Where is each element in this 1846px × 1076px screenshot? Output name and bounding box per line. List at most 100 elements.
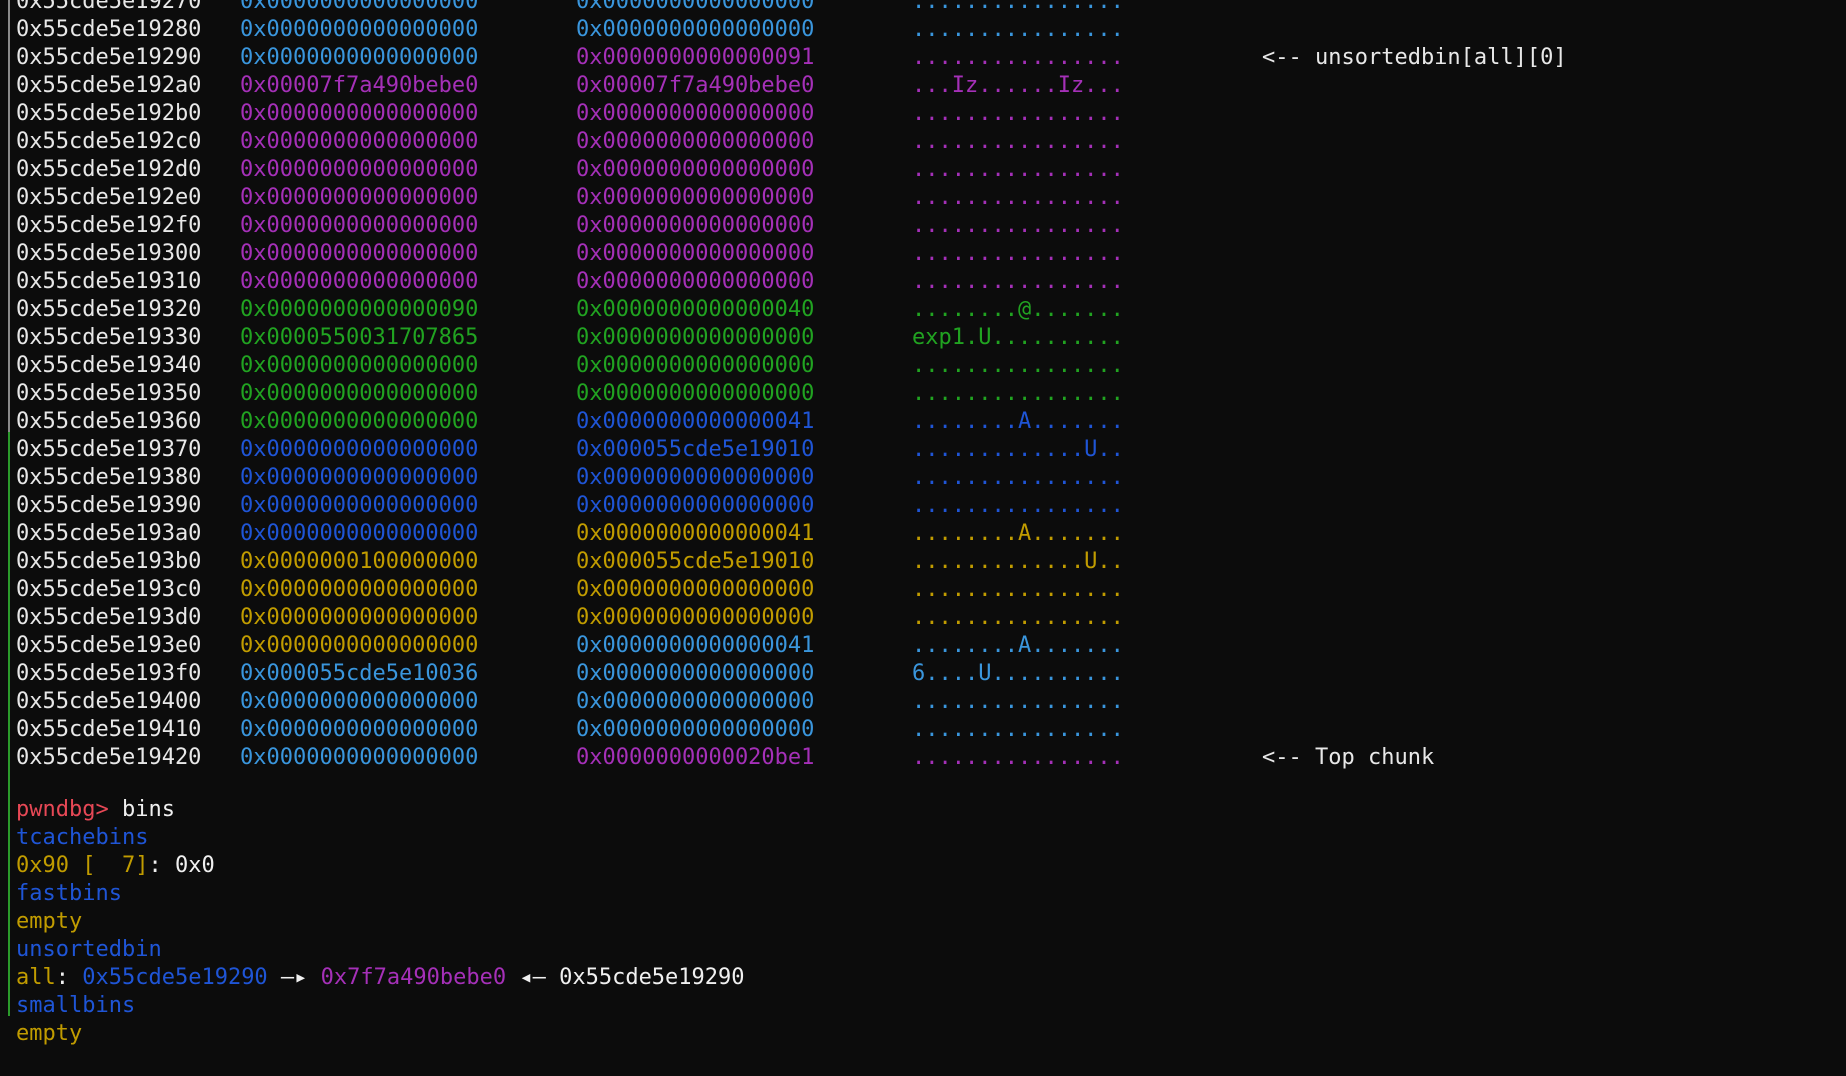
- value-cell-1: 0x0000000000000000: [240, 745, 479, 770]
- annotation: <-- Top chunk: [1262, 745, 1435, 770]
- value-cell-1: 0x00007f7a490bebe0: [240, 73, 479, 98]
- tcachebins-entry: 0x90 [ 7]: 0x0: [0, 824, 215, 878]
- addr-cell: 0x55cde5e192f0: [16, 213, 202, 238]
- ascii-cell: ........A.......: [912, 633, 1124, 658]
- terminal-window[interactable]: 0x55cde5e19270 0x0000000000000000 0x000000…: [0, 0, 1846, 1046]
- ascii-cell: ...Iz......Iz...: [912, 73, 1124, 98]
- addr-cell: 0x55cde5e192a0: [16, 73, 202, 98]
- value-cell-1: 0x0000000000000000: [240, 185, 479, 210]
- value-cell-2: 0x000055cde5e19010: [576, 549, 815, 574]
- value-cell-1: 0x0000000000000000: [240, 129, 479, 154]
- addr-cell: 0x55cde5e19360: [16, 409, 202, 434]
- value-cell-2: 0x0000000000000000: [576, 241, 815, 266]
- ascii-cell: ................: [912, 605, 1124, 630]
- addr-cell: 0x55cde5e193a0: [16, 521, 202, 546]
- tcachebins-header: tcachebins: [0, 796, 148, 850]
- value-cell-1: 0x0000000000000000: [240, 269, 479, 294]
- value-cell-2: 0x0000000000000091: [576, 45, 815, 70]
- value-cell-2: 0x0000000000000000: [576, 269, 815, 294]
- value-cell-2: 0x0000000000000000: [576, 689, 815, 714]
- ascii-cell: ................: [912, 129, 1124, 154]
- unsorted-chunk-addr: 0x55cde5e19290: [82, 965, 268, 990]
- addr-cell: 0x55cde5e19370: [16, 437, 202, 462]
- value-cell-2: 0x0000000000000000: [576, 0, 815, 14]
- addr-cell: 0x55cde5e19390: [16, 493, 202, 518]
- forward-arrow: —▸: [267, 965, 321, 990]
- unsorted-libc-addr: 0x7f7a490bebe0: [320, 965, 507, 990]
- addr-cell: 0x55cde5e19270: [16, 0, 202, 14]
- ascii-cell: ........A.......: [912, 409, 1124, 434]
- ascii-cell: ................: [912, 717, 1124, 742]
- ascii-cell: .............U..: [912, 549, 1124, 574]
- prompt-line: pwndbg> bins: [0, 768, 175, 822]
- value-cell-2: 0x0000000000000000: [576, 381, 815, 406]
- ascii-cell: ................: [912, 353, 1124, 378]
- ascii-cell: ................: [912, 185, 1124, 210]
- unsorted-sep: :: [55, 965, 83, 990]
- value-cell-2: 0x0000000000000000: [576, 325, 815, 350]
- annotation: <-- unsortedbin[all][0]: [1262, 45, 1567, 70]
- tcache-value: 0x0: [174, 853, 215, 878]
- value-cell-1: 0x0000000000000000: [240, 437, 479, 462]
- ascii-cell: .............U..: [912, 437, 1124, 462]
- addr-cell: 0x55cde5e19310: [16, 269, 202, 294]
- value-cell-1: 0x0000000000000000: [240, 0, 479, 14]
- value-cell-1: 0x0000000000000000: [240, 45, 479, 70]
- unsorted-back-addr: 0x55cde5e19290: [559, 965, 745, 990]
- ascii-cell: ................: [912, 465, 1124, 490]
- value-cell-2: 0x0000000000000000: [576, 213, 815, 238]
- value-cell-1: 0x0000000000000000: [240, 409, 479, 434]
- addr-cell: 0x55cde5e193f0: [16, 661, 202, 686]
- fastbins-header: fastbins: [0, 852, 122, 906]
- smallbins-header: smallbins: [0, 964, 135, 1018]
- smallbins-value: empty: [16, 1021, 83, 1046]
- addr-cell: 0x55cde5e19380: [16, 465, 202, 490]
- value-cell-2: 0x0000000000000000: [576, 129, 815, 154]
- value-cell-2: 0x00007f7a490bebe0: [576, 73, 815, 98]
- unsortedbin-entry: all: 0x55cde5e19290 —▸ 0x7f7a490bebe0 ◂—…: [0, 936, 745, 990]
- value-cell-2: 0x0000000000000041: [576, 409, 815, 434]
- value-cell-2: 0x0000000000000000: [576, 157, 815, 182]
- value-cell-1: 0x0000000000000000: [240, 577, 479, 602]
- addr-cell: 0x55cde5e192c0: [16, 129, 202, 154]
- value-cell-1: 0x0000000000000000: [240, 717, 479, 742]
- value-cell-2: 0x0000000000000040: [576, 297, 815, 322]
- fastbins-entry: empty: [0, 880, 82, 934]
- value-cell-1: 0x000055cde5e10036: [240, 661, 479, 686]
- value-cell-1: 0x0000000000000000: [240, 157, 479, 182]
- value-cell-1: 0x0000000000000000: [240, 633, 479, 658]
- ascii-cell: ................: [912, 241, 1124, 266]
- ascii-cell: ................: [912, 577, 1124, 602]
- command-text: bins: [108, 797, 175, 822]
- addr-cell: 0x55cde5e19400: [16, 689, 202, 714]
- value-cell-1: 0x0000000000000090: [240, 297, 479, 322]
- addr-cell: 0x55cde5e193e0: [16, 633, 202, 658]
- ascii-cell: ................: [912, 493, 1124, 518]
- value-cell-1: 0x0000000000000000: [240, 213, 479, 238]
- value-cell-2: 0x0000000000000000: [576, 465, 815, 490]
- value-cell-2: 0x0000000000000041: [576, 633, 815, 658]
- addr-cell: 0x55cde5e19330: [16, 325, 202, 350]
- addr-cell: 0x55cde5e192e0: [16, 185, 202, 210]
- value-cell-1: 0x0000000000000000: [240, 521, 479, 546]
- ascii-cell: 6....U..........: [912, 661, 1124, 686]
- tcache-sep: :: [148, 853, 175, 878]
- ascii-cell: ................: [912, 45, 1124, 70]
- back-arrow: ◂—: [506, 965, 560, 990]
- value-cell-1: 0x0000000000000000: [240, 605, 479, 630]
- addr-cell: 0x55cde5e19410: [16, 717, 202, 742]
- ascii-cell: ................: [912, 0, 1124, 14]
- value-cell-2: 0x0000000000000000: [576, 185, 815, 210]
- value-cell-1: 0x0000000000000000: [240, 493, 479, 518]
- unsortedbin-header: unsortedbin: [0, 908, 162, 962]
- value-cell-2: 0x0000000000000000: [576, 717, 815, 742]
- value-cell-1: 0x0000000000000000: [240, 241, 479, 266]
- value-cell-2: 0x0000000000020be1: [576, 745, 815, 770]
- value-cell-2: 0x0000000000000000: [576, 353, 815, 378]
- value-cell-2: 0x000055cde5e19010: [576, 437, 815, 462]
- value-cell-2: 0x0000000000000000: [576, 17, 815, 42]
- value-cell-1: 0x0000550031707865: [240, 325, 479, 350]
- ascii-cell: ........@.......: [912, 297, 1124, 322]
- ascii-cell: ................: [912, 381, 1124, 406]
- value-cell-2: 0x0000000000000000: [576, 101, 815, 126]
